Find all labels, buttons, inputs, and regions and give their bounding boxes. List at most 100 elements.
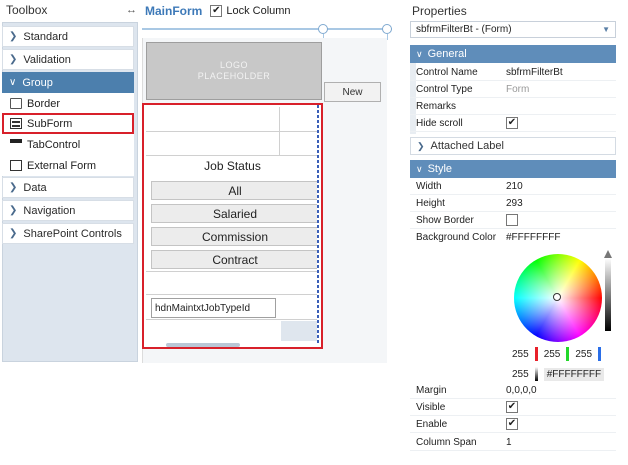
chevron-down-icon: ∨ [9,77,17,88]
color-wheel-cursor[interactable] [553,293,561,301]
horizontal-scrollbar[interactable] [166,343,240,347]
subform-icon [10,118,22,129]
prop-value[interactable]: 0,0,0,0 [506,385,616,396]
toolbox-section-sharepoint-controls[interactable]: ❯ SharePoint Controls [2,223,134,244]
subform-control[interactable]: Job Status All Salaried Commission Contr… [142,103,323,349]
prop-label: Height [416,197,445,209]
prop-label: Background Color [416,232,497,243]
toolbox-section-navigation[interactable]: ❯ Navigation [2,200,134,221]
designer-panel: MainForm ✔ Lock Column LOGO PLACEHOLDER … [142,0,397,465]
new-button[interactable]: New [324,82,381,102]
form-title: MainForm [145,4,203,18]
prop-remarks[interactable]: Remarks [410,98,616,115]
toolbox-item-label: SubForm [27,117,73,130]
grid-line [146,294,319,295]
prop-value: Form [506,83,530,95]
prop-value[interactable]: 210 [506,181,616,192]
empty-cell [281,321,318,341]
grid-line [146,131,319,132]
filter-commission-button[interactable]: Commission [151,227,319,246]
prop-value[interactable]: sbfrmFilterBt [506,67,616,78]
dropdown-arrow-icon: ▼ [602,25,610,34]
toolbox-header: Toolbox ↔ [0,0,141,20]
group-general[interactable]: ∨ General [410,45,616,63]
prop-control-name[interactable]: Control Name sbfrmFilterBt [410,64,616,81]
toolbox-item-subform[interactable]: SubForm [2,113,134,134]
group-attached-label[interactable]: ❯ Attached Label [410,137,616,155]
hidden-job-type-field[interactable]: hdnMaintxtJobTypeId [151,298,276,318]
external-form-icon [10,160,22,171]
prop-label: Column Span [416,436,477,448]
toolbox-item-label: External Form [27,159,97,172]
hide-scroll-checkbox[interactable]: ✔ [506,117,518,129]
toolbox-section-label: Standard [23,30,69,43]
logo-text: LOGO [219,60,248,70]
toolbox-section-data[interactable]: ❯ Data [2,177,134,198]
prop-value[interactable]: #FFFFFFFF [506,232,616,243]
brightness-slider[interactable] [605,258,611,331]
prop-show-border[interactable]: Show Border [410,212,616,229]
prop-column-span[interactable]: Column Span 1 [410,434,616,451]
hex-value[interactable]: #FFFFFFFF [543,367,605,381]
prop-label: Visible [416,401,446,413]
filter-contract-button[interactable]: Contract [151,250,319,269]
chevron-right-icon: ❯ [9,31,18,42]
toolbox-section-validation[interactable]: ❯ Validation [2,49,134,70]
prop-label: Control Name [416,66,478,78]
logo-text: PLACEHOLDER [197,71,271,81]
toolbox-item-external-form[interactable]: External Form [2,155,134,176]
prop-width[interactable]: Width 210 [410,178,616,195]
prop-enable[interactable]: Enable ✔ [410,416,616,433]
chevron-right-icon: ❯ [417,140,425,151]
border-icon [10,98,22,109]
toolbox-item-label: Border [27,97,61,110]
toolbox-section-label: Validation [23,53,71,66]
column-handle[interactable] [318,24,328,34]
prop-visible[interactable]: Visible ✔ [410,399,616,416]
toolbox-item-tabcontrol[interactable]: TabControl [2,134,134,155]
chevron-down-icon: ∨ [416,48,423,59]
designer-header: MainForm ✔ Lock Column [142,0,397,22]
filter-all-button[interactable]: All [151,181,319,200]
lock-column-checkbox[interactable]: ✔ [210,5,223,17]
object-selector[interactable]: sbfrmFilterBt - (Form) ▼ [410,21,616,38]
lock-column-toggle[interactable]: ✔ Lock Column [210,5,291,17]
blue-value[interactable]: 255 [575,349,592,360]
alpha-value[interactable]: 255 [512,369,529,380]
prop-control-type[interactable]: Control Type Form [410,81,616,98]
red-value[interactable]: 255 [512,349,529,360]
prop-label: Hide scroll [416,117,463,129]
prop-value[interactable]: 293 [506,198,616,209]
logo-placeholder[interactable]: LOGO PLACEHOLDER [146,42,322,100]
job-status-label: Job Status [204,159,261,173]
toolbox-title: Toolbox [6,3,48,17]
show-border-checkbox[interactable] [506,214,518,226]
toolbox-item-border[interactable]: Border [2,93,134,114]
toolbox-item-label: TabControl [27,138,81,151]
brightness-pointer[interactable] [604,250,612,258]
column-handle-stem [387,34,388,40]
group-style[interactable]: ∨ Style [410,160,616,178]
color-picker[interactable] [510,246,620,386]
alpha-hex-row: 255 #FFFFFFFF [512,366,618,382]
group-label: Style [427,163,453,175]
chevron-right-icon: ❯ [9,228,18,239]
properties-header: Properties [406,0,618,22]
prop-hide-scroll[interactable]: Hide scroll ✔ [410,115,616,132]
subform-body: Job Status All Salaried Commission Contr… [146,107,319,347]
prop-background-color[interactable]: Background Color #FFFFFFFF [410,229,616,246]
toolbox-section-group[interactable]: ∨ Group [2,72,134,93]
visible-checkbox[interactable]: ✔ [506,401,518,413]
toolbox-section-standard[interactable]: ❯ Standard [2,26,134,47]
enable-checkbox[interactable]: ✔ [506,418,518,430]
filter-salaried-button[interactable]: Salaried [151,204,319,223]
column-handle[interactable] [382,24,392,34]
prop-label: Enable [416,418,448,430]
rgb-values: 255 255 255 [512,346,622,362]
green-value[interactable]: 255 [544,349,561,360]
alpha-channel-bar [534,367,538,381]
pin-icon[interactable]: ↔ [126,4,137,16]
toolbox-section-label: Navigation [23,204,76,217]
prop-height[interactable]: Height 293 [410,195,616,212]
prop-value[interactable]: 1 [506,437,616,448]
